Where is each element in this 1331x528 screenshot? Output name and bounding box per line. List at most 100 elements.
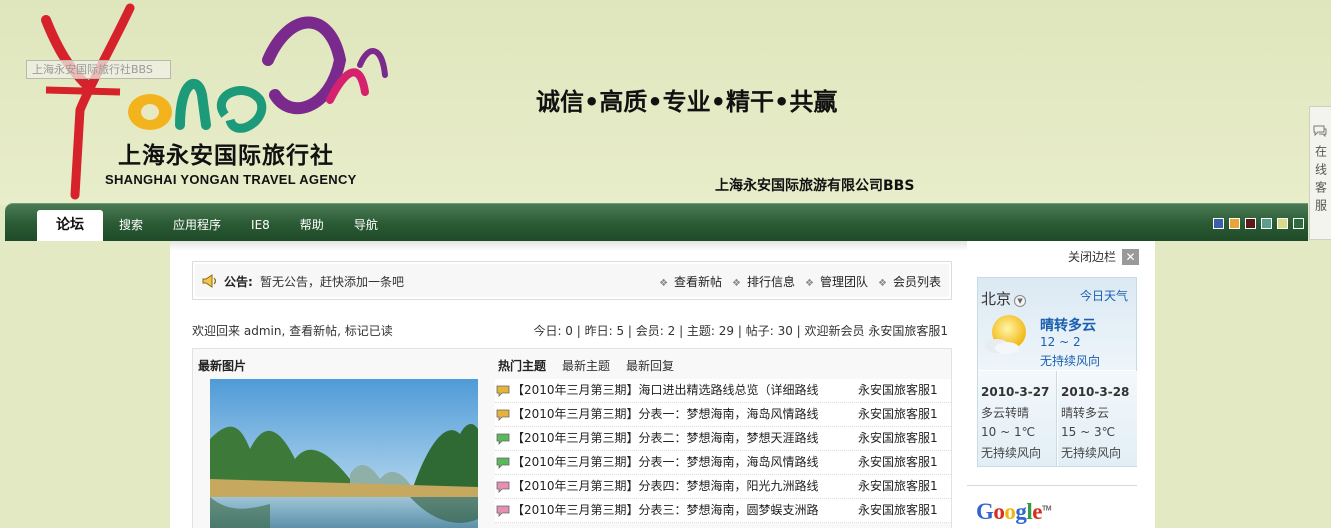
username-link[interactable]: admin xyxy=(244,324,282,338)
announcement-links: 查看新帖 排行信息 管理团队 会员列表 xyxy=(649,273,941,290)
latest-pictures-title: 最新图片 xyxy=(198,359,247,373)
welcome-prefix: 欢迎回来 xyxy=(192,324,241,338)
topic-title[interactable]: 【2010年三月第三期】海口进出精选路线总览（详细路线 xyxy=(512,379,824,402)
topic-bubble-icon xyxy=(496,457,510,469)
weather-city[interactable]: 北京 ▼ xyxy=(981,288,1027,309)
logo-english-name: SHANGHAI YONGAN TRAVEL AGENCY xyxy=(105,172,357,187)
chat-bubble-icon xyxy=(1313,125,1327,137)
google-logo-letter: o xyxy=(1004,499,1016,524)
page-background-right xyxy=(1155,241,1331,528)
weather-widget: 北京 ▼ 今日天气 晴转多云 12 ~ 2 无持续风向 2010-3-27 多云… xyxy=(977,277,1137,467)
chevron-down-icon[interactable]: ▼ xyxy=(1014,295,1027,307)
topic-title[interactable]: 【2010年三月第三期】分表一：梦想海南，海岛风情路线 xyxy=(512,451,824,474)
forecast-temperature: 10 ~ 1℃ xyxy=(981,425,1036,439)
content-shadow xyxy=(170,241,967,251)
forecast-date: 2010-3-27 xyxy=(981,385,1050,399)
weather-today-label: 今日天气 xyxy=(1079,289,1128,303)
welcome-message: 欢迎回来 admin, 查看新帖, 标记已读 xyxy=(192,324,393,338)
topic-tabs: 热门主题 最新主题 最新回复 xyxy=(498,357,690,374)
logo-graphic[interactable] xyxy=(30,0,390,200)
topic-bubble-icon xyxy=(496,433,510,445)
topic-author[interactable]: 永安国旅客服1 xyxy=(858,379,948,402)
topic-row[interactable]: 【2010年三月第三期】海口进出精选路线总览（详细路线 永安国旅客服1 xyxy=(495,379,951,403)
topic-author[interactable]: 永安国旅客服1 xyxy=(858,427,948,450)
topic-title[interactable]: 【2010年三月第三期】分表四：梦想海南，阳光九洲路线 xyxy=(512,475,824,498)
sidebar-divider xyxy=(967,485,1137,486)
google-logo-letter: g xyxy=(1015,499,1027,524)
topic-author[interactable]: 永安国旅客服1 xyxy=(858,475,948,498)
topic-row[interactable]: 【2010年三月第三期】分表一：梦想海南，海岛风情路线 永安国旅客服1 xyxy=(495,451,951,475)
latest-picture[interactable] xyxy=(210,379,478,528)
close-icon[interactable]: ✕ xyxy=(1122,248,1139,265)
bbs-title: 上海永安国际旅游有限公司BBS xyxy=(715,178,915,194)
close-sidebar-label: 关闭边栏 xyxy=(1067,250,1116,264)
sun-cloud-icon xyxy=(985,315,1026,354)
nav-item-apps[interactable]: 应用程序 xyxy=(159,210,235,242)
google-logo-text: Google xyxy=(976,499,1042,524)
site-header: 上海永安国际旅行社 SHANGHAI YONGAN TRAVEL AGENCY … xyxy=(0,0,1331,205)
main-nav: 论坛 搜索 应用程序 IE8 帮助 导航 xyxy=(5,203,1308,242)
page-background-left xyxy=(0,241,170,528)
announcement-text: 暂无公告，赶快添加一条吧 xyxy=(260,275,405,289)
welcome-row: 欢迎回来 admin, 查看新帖, 标记已读 今日: 0 | 昨日: 5 | 会… xyxy=(192,322,952,338)
topic-row[interactable]: 【2010年三月第三期】分表四：梦想海南，阳光九洲路线 永安国旅客服1 xyxy=(495,475,951,499)
theme-swatch[interactable] xyxy=(1213,218,1224,229)
nav-item-search[interactable]: 搜索 xyxy=(105,210,157,242)
forecast-wind: 无持续风向 xyxy=(981,446,1042,460)
topic-author[interactable]: 永安国旅客服1 xyxy=(858,451,948,474)
tab-hot-topics[interactable]: 热门主题 xyxy=(498,357,546,374)
forecast-day: 2010-3-28 晴转多云 15 ~ 3℃ 无持续风向 xyxy=(1058,371,1137,466)
logo-chinese-name: 上海永安国际旅行社 xyxy=(118,143,334,169)
theme-swatch[interactable] xyxy=(1277,218,1288,229)
weather-city-name: 北京 xyxy=(981,290,1012,308)
weather-temperature: 12 ~ 2 xyxy=(1040,335,1081,349)
google-logo[interactable]: GoogleTM xyxy=(976,499,1052,525)
close-sidebar-button[interactable]: 关闭边栏 ✕ xyxy=(1068,248,1139,265)
tab-latest-replies[interactable]: 最新回复 xyxy=(626,357,674,374)
google-logo-letter: e xyxy=(1032,499,1042,524)
theme-swatch[interactable] xyxy=(1293,218,1304,229)
topic-row[interactable]: 【2010年三月第三期】分表二：梦想海南，梦想天涯路线 永安国旅客服1 xyxy=(495,427,951,451)
weather-today: 北京 ▼ 今日天气 晴转多云 12 ~ 2 无持续风向 xyxy=(978,278,1136,370)
logo-tooltip: 上海永安国际旅行社BBS xyxy=(26,60,171,79)
topic-row[interactable]: 【2010年三月第三期】分表三：梦想海南，圆梦蜈支洲路 永安国旅客服1 xyxy=(495,499,951,523)
forecast-wind: 无持续风向 xyxy=(1061,446,1122,460)
link-admin-team[interactable]: 管理团队 xyxy=(805,273,868,290)
mark-read-link[interactable]: 标记已读 xyxy=(345,324,393,338)
theme-swatch[interactable] xyxy=(1261,218,1272,229)
theme-swatch[interactable] xyxy=(1245,218,1256,229)
topic-author[interactable]: 永安国旅客服1 xyxy=(858,499,948,522)
online-service-tab[interactable]: 在线客服 xyxy=(1309,106,1331,240)
nav-item-navigation[interactable]: 导航 xyxy=(340,210,392,242)
topic-bubble-icon xyxy=(496,505,510,517)
topic-title[interactable]: 【2010年三月第三期】分表一：梦想海南，海岛风情路线 xyxy=(512,403,824,426)
announcement-label: 公告: xyxy=(224,275,253,289)
nav-items: 论坛 搜索 应用程序 IE8 帮助 导航 xyxy=(37,210,394,242)
view-new-posts-link[interactable]: 查看新帖 xyxy=(289,324,337,338)
google-logo-letter: o xyxy=(993,499,1005,524)
google-trademark: TM xyxy=(1042,505,1052,513)
topic-bubble-icon xyxy=(496,385,510,397)
theme-swatch[interactable] xyxy=(1229,218,1240,229)
topic-row[interactable]: 【2010年三月第三期】分表一：梦想海南，海岛风情路线 永安国旅客服1 xyxy=(495,403,951,427)
nav-item-forum[interactable]: 论坛 xyxy=(37,210,103,242)
nav-item-help[interactable]: 帮助 xyxy=(286,210,338,242)
newest-member-link[interactable]: 永安国旅客服1 xyxy=(868,324,948,338)
topic-title[interactable]: 【2010年三月第三期】分表三：梦想海南，圆梦蜈支洲路 xyxy=(512,499,824,522)
forecast-condition: 晴转多云 xyxy=(1061,406,1110,420)
weather-wind: 无持续风向 xyxy=(1040,354,1101,368)
link-view-new-posts[interactable]: 查看新帖 xyxy=(659,273,722,290)
forum-stats: 今日: 0 | 昨日: 5 | 会员: 2 | 主题: 29 | 帖子: 30 … xyxy=(533,322,948,339)
link-rankings[interactable]: 排行信息 xyxy=(732,273,795,290)
topic-list: 【2010年三月第三期】海口进出精选路线总览（详细路线 永安国旅客服1 【201… xyxy=(495,379,951,523)
stats-text: 今日: 0 | 昨日: 5 | 会员: 2 | 主题: 29 | 帖子: 30 … xyxy=(533,324,865,338)
link-member-list[interactable]: 会员列表 xyxy=(878,273,941,290)
topic-author[interactable]: 永安国旅客服1 xyxy=(858,403,948,426)
online-service-label: 在线客服 xyxy=(1313,145,1328,217)
nav-item-ie8[interactable]: IE8 xyxy=(237,210,284,242)
main-content: 公告: 暂无公告，赶快添加一条吧 查看新帖 排行信息 管理团队 会员列表 欢迎回… xyxy=(170,241,1155,528)
topic-title[interactable]: 【2010年三月第三期】分表二：梦想海南，梦想天涯路线 xyxy=(512,427,824,450)
sidebar: 关闭边栏 ✕ 北京 ▼ 今日天气 晴转多云 12 ~ 2 无持续风向 2010-… xyxy=(967,241,1155,528)
topic-bubble-icon xyxy=(496,481,510,493)
tab-latest-topics[interactable]: 最新主题 xyxy=(562,357,610,374)
